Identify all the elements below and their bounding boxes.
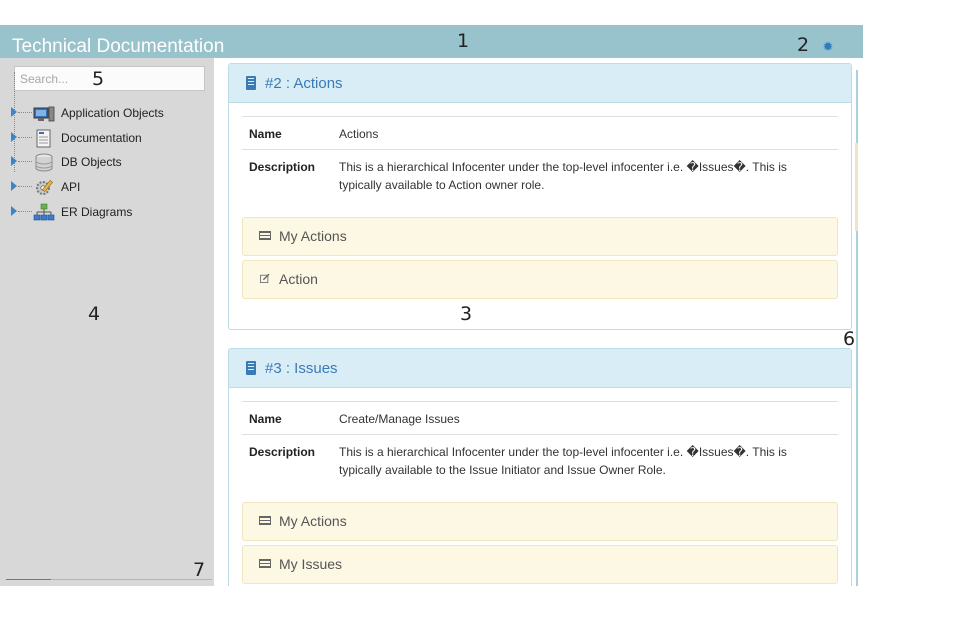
infocenter-panel-actions: #2 : Actions Name Actions Description Th… [228,63,852,330]
list-icon [259,516,271,525]
name-label: Name [249,127,282,141]
tree-item-label: Application Objects [61,106,164,120]
name-row: Name Create/Manage Issues [242,401,838,435]
scrollbar-thumb[interactable] [855,143,858,231]
annotation-marker: 7 [193,559,206,581]
my-issues-button[interactable]: My Issues [242,545,838,584]
annotation-marker: 5 [92,68,105,90]
panel-title: #3 : Issues [265,360,338,377]
gear-pencil-icon [36,180,53,195]
name-value: Create/Manage Issues [339,412,460,426]
description-label: Description [249,160,316,174]
description-label: Description [249,445,316,459]
search-input[interactable] [14,66,205,91]
database-icon [35,153,53,172]
tree-dots [18,137,32,138]
description-row: Description This is a hierarchical Infoc… [242,149,838,200]
name-label: Name [249,412,282,426]
expand-arrow-icon[interactable] [11,181,17,191]
annotation-marker: 1 [457,30,470,52]
sitemap-icon [33,203,55,221]
action-label: My Issues [279,556,343,572]
expand-arrow-icon[interactable] [11,107,17,117]
app-window: Technical Documentation ✹ Application Ob… [0,25,863,586]
description-value: This is a hierarchical Infocenter under … [339,445,787,477]
sidebar-resize-handle[interactable] [6,579,51,580]
title-bar: Technical Documentation ✹ [0,25,863,58]
panel-header: #3 : Issues [229,349,851,388]
annotation-marker: 2 [797,34,810,56]
my-actions-button[interactable]: My Actions [242,217,838,256]
expand-arrow-icon[interactable] [11,156,17,166]
tree-item-er-diagrams[interactable]: ER Diagrams [0,202,200,224]
description-row: Description This is a hierarchical Infoc… [242,434,838,485]
app-title: Technical Documentation [12,36,225,57]
computer-icon [33,106,55,122]
tree-dots [18,186,32,187]
expand-arrow-icon[interactable] [11,132,17,142]
building-icon [246,76,256,90]
tree-item-label: API [61,180,81,194]
tree-item-application-objects[interactable]: Application Objects [0,103,200,125]
edit-icon [260,274,270,283]
action-button[interactable]: Action [242,260,838,299]
tree-dots [18,161,32,162]
panel-title: #2 : Actions [265,75,343,92]
description-value: This is a hierarchical Infocenter under … [339,160,787,192]
panel-header: #2 : Actions [229,64,851,103]
action-label: Action [279,271,318,287]
tree-item-label: ER Diagrams [61,205,133,219]
sidebar: Application Objects Documentation [0,58,214,586]
sidebar-scrollbar[interactable] [51,579,212,580]
annotation-marker: 3 [460,303,473,325]
gear-icon[interactable]: ✹ [822,40,834,53]
tree-item-db-objects[interactable]: DB Objects [0,152,200,174]
tree-dots [18,211,32,212]
list-icon [259,231,271,240]
tree-item-label: Documentation [61,131,142,145]
action-label: My Actions [279,228,347,244]
infocenter-panel-issues: #3 : Issues Name Create/Manage Issues De… [228,348,852,586]
tree-dots [18,112,32,113]
tree-item-api[interactable]: API [0,177,200,199]
annotation-marker: 6 [843,328,856,350]
name-value: Actions [339,127,379,141]
building-icon [246,361,256,375]
my-actions-button[interactable]: My Actions [242,502,838,541]
annotation-marker: 4 [88,303,101,325]
name-row: Name Actions [242,116,838,150]
tree-item-documentation[interactable]: Documentation [0,128,200,150]
expand-arrow-icon[interactable] [11,206,17,216]
document-icon [36,129,51,148]
tree-item-label: DB Objects [61,155,122,169]
content-area: #2 : Actions Name Actions Description Th… [214,58,863,586]
action-label: My Actions [279,513,347,529]
list-icon [259,559,271,568]
